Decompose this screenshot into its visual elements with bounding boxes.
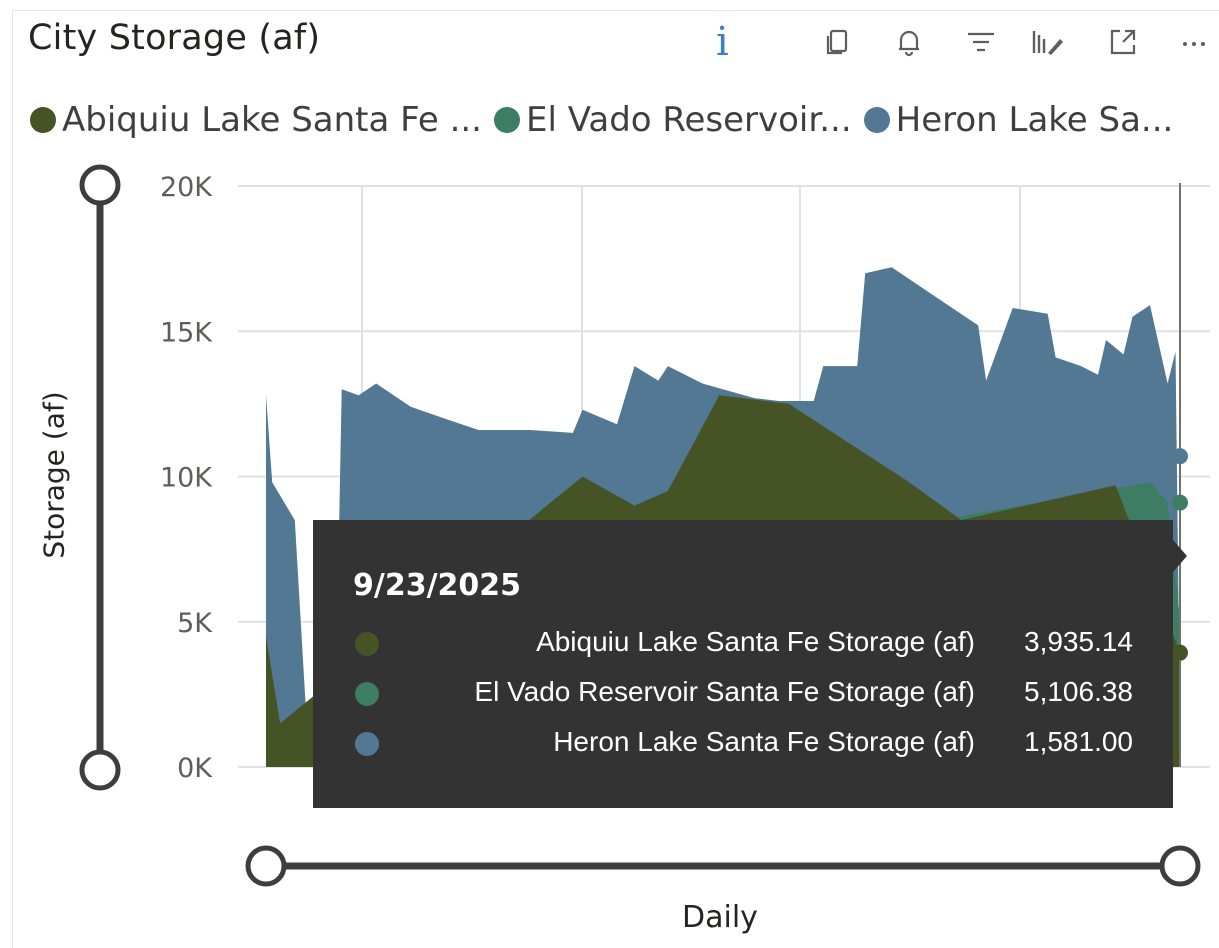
legend-dot-el-vado — [494, 107, 520, 133]
tooltip-row-abiquiu: Abiquiu Lake Santa Fe Storage (af) 3,935… — [313, 624, 1173, 668]
legend-dot-abiquiu — [30, 107, 56, 133]
tooltip-label-heron: Heron Lake Santa Fe Storage (af) — [553, 726, 975, 757]
tooltip-date: 9/23/2025 — [353, 568, 522, 603]
tooltip-row-el-vado: El Vado Reservoir Santa Fe Storage (af) … — [313, 674, 1173, 718]
legend-item-el-vado[interactable]: El Vado Reservoir... — [494, 100, 852, 140]
analytics-icon[interactable] — [1030, 25, 1064, 59]
tooltip-label-el-vado: El Vado Reservoir Santa Fe Storage (af) — [474, 676, 975, 707]
legend: Abiquiu Lake Santa Fe ... El Vado Reserv… — [30, 98, 1185, 142]
tooltip-dot-abiquiu — [355, 632, 379, 656]
tooltip-caret — [1173, 540, 1187, 572]
legend-dot-heron — [863, 107, 890, 133]
tooltip-row-heron: Heron Lake Santa Fe Storage (af) 1,581.0… — [313, 724, 1173, 768]
bell-icon[interactable] — [892, 25, 926, 59]
tooltip: 9/23/2025 Abiquiu Lake Santa Fe Storage … — [313, 520, 1173, 808]
y-axis-title: Storage (af) — [37, 391, 71, 559]
legend-item-abiquiu[interactable]: Abiquiu Lake Santa Fe ... — [30, 100, 482, 140]
legend-item-heron[interactable]: Heron Lake Sa... — [863, 100, 1174, 140]
legend-label-abiquiu: Abiquiu Lake Santa Fe ... — [62, 100, 482, 140]
tooltip-value-heron: 1,581.00 — [1024, 726, 1133, 757]
x-axis-title: Daily — [682, 900, 758, 935]
tooltip-label-abiquiu: Abiquiu Lake Santa Fe Storage (af) — [536, 626, 975, 657]
focus-mode-icon[interactable] — [1106, 25, 1140, 59]
legend-label-heron: Heron Lake Sa... — [895, 100, 1174, 140]
more-options-icon[interactable] — [1178, 25, 1212, 59]
tooltip-value-abiquiu: 3,935.14 — [1024, 626, 1133, 657]
info-icon[interactable]: i — [716, 22, 729, 62]
tooltip-value-el-vado: 5,106.38 — [1024, 676, 1133, 707]
tooltip-dot-heron — [355, 732, 379, 756]
legend-label-el-vado: El Vado Reservoir... — [526, 100, 852, 140]
filter-icon[interactable] — [964, 25, 998, 59]
copy-icon[interactable] — [822, 25, 856, 59]
chart-title: City Storage (af) — [28, 18, 321, 58]
tooltip-dot-el-vado — [355, 682, 379, 706]
